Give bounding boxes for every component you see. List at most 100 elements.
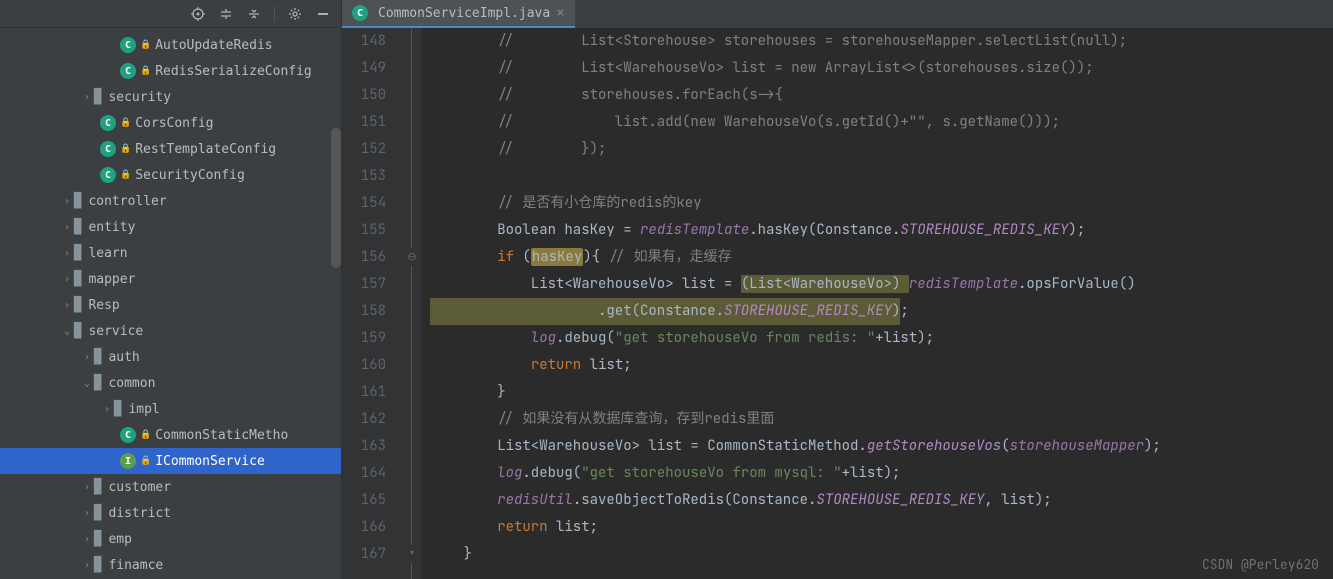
toolbar-separator xyxy=(274,6,275,22)
class-icon: C xyxy=(100,115,116,131)
tree-node-mapper[interactable]: ›▉ mapper xyxy=(0,266,341,292)
lock-icon: 🔒 xyxy=(140,430,151,440)
tree-node-icommonservice[interactable]: I 🔒 ICommonService xyxy=(0,448,341,474)
folder-icon: ▉ xyxy=(74,297,82,313)
folder-icon: ▉ xyxy=(94,479,102,495)
node-label: ICommonService xyxy=(155,454,265,469)
node-label: impl xyxy=(128,402,159,417)
tree-node-security[interactable]: ›▉ security xyxy=(0,84,341,110)
tree-node-customer[interactable]: ›▉ customer xyxy=(0,474,341,500)
folder-icon: ▉ xyxy=(94,349,102,365)
minimize-icon[interactable] xyxy=(315,6,331,22)
node-label: customer xyxy=(108,480,171,495)
gear-icon[interactable] xyxy=(287,6,303,22)
node-label: entity xyxy=(88,220,135,235)
node-label: Resp xyxy=(88,298,119,313)
interface-icon: I xyxy=(120,453,136,469)
expand-all-icon[interactable] xyxy=(218,6,234,22)
node-label: RedisSerializeConfig xyxy=(155,64,312,79)
lock-icon: 🔒 xyxy=(140,40,151,50)
node-label: emp xyxy=(108,532,131,547)
tree-scrollbar[interactable] xyxy=(331,128,341,268)
chevron-down-icon[interactable]: ⌄ xyxy=(80,378,94,389)
tree-node-autoupdateredis[interactable]: C 🔒 AutoUpdateRedis xyxy=(0,32,341,58)
project-tree[interactable]: C 🔒 AutoUpdateRedis C 🔒 RedisSerializeConfig ›… xyxy=(0,28,341,579)
lock-icon: 🔒 xyxy=(120,170,131,180)
folder-icon: ▉ xyxy=(74,219,82,235)
tree-node-auth[interactable]: ›▉ auth xyxy=(0,344,341,370)
chevron-right-icon[interactable]: › xyxy=(80,92,94,103)
node-label: SecurityConfig xyxy=(135,168,245,183)
code-content[interactable]: // List<Storehouse> storehouses = storeh… xyxy=(422,28,1333,579)
editor-tabs: C CommonServiceImpl.java × xyxy=(342,0,1333,28)
lock-icon: 🔒 xyxy=(140,456,151,466)
node-label: CorsConfig xyxy=(135,116,213,131)
folder-icon: ▉ xyxy=(74,271,82,287)
tab-commonserviceimpl[interactable]: C CommonServiceImpl.java × xyxy=(342,0,575,28)
tree-node-corsconfig[interactable]: C 🔒 CorsConfig xyxy=(0,110,341,136)
node-label: finamce xyxy=(108,558,163,573)
project-sidebar: C 🔒 AutoUpdateRedis C 🔒 RedisSerializeConfig ›… xyxy=(0,0,342,579)
class-icon: C xyxy=(120,37,136,53)
folder-icon: ▉ xyxy=(94,557,102,573)
node-label: RestTemplateConfig xyxy=(135,142,276,157)
chevron-right-icon[interactable]: › xyxy=(80,534,94,545)
chevron-right-icon[interactable]: › xyxy=(80,508,94,519)
tree-node-impl[interactable]: ›▉impl xyxy=(0,396,341,422)
class-icon: C xyxy=(120,63,136,79)
chevron-right-icon[interactable]: › xyxy=(60,222,74,233)
tree-node-controller[interactable]: ›▉ controller xyxy=(0,188,341,214)
chevron-right-icon[interactable]: › xyxy=(100,404,114,415)
tree-node-securityconfig[interactable]: C 🔒 SecurityConfig xyxy=(0,162,341,188)
line-gutter: 1481491501511521531541551561571581591601… xyxy=(342,28,402,579)
chevron-right-icon[interactable]: › xyxy=(80,560,94,571)
sidebar-toolbar xyxy=(0,0,341,28)
tree-node-redisserializeconfig[interactable]: C 🔒 RedisSerializeConfig xyxy=(0,58,341,84)
tree-node-resttemplateconfig[interactable]: C 🔒 RestTemplateConfig xyxy=(0,136,341,162)
tree-node-district[interactable]: ›▉district xyxy=(0,500,341,526)
folder-icon: ▉ xyxy=(94,505,102,521)
chevron-right-icon[interactable]: › xyxy=(60,248,74,259)
folder-icon: ▉ xyxy=(74,323,82,339)
code-editor[interactable]: 1481491501511521531541551561571581591601… xyxy=(342,28,1333,579)
watermark: CSDN @Perley620 xyxy=(1202,556,1319,573)
tree-node-common[interactable]: ⌄▉ common xyxy=(0,370,341,396)
collapse-all-icon[interactable] xyxy=(246,6,262,22)
lock-icon: 🔒 xyxy=(120,144,131,154)
node-label: mapper xyxy=(88,272,135,287)
tree-node-learn[interactable]: ›▉ learn xyxy=(0,240,341,266)
target-icon[interactable] xyxy=(190,6,206,22)
tab-label: CommonServiceImpl.java xyxy=(378,6,550,21)
tree-node-entity[interactable]: ›▉ entity xyxy=(0,214,341,240)
tree-node-emp[interactable]: ›▉ emp xyxy=(0,526,341,552)
close-icon[interactable]: × xyxy=(556,5,564,21)
chevron-right-icon[interactable]: › xyxy=(60,274,74,285)
tree-node-commonstaticmethod[interactable]: C🔒CommonStaticMetho xyxy=(0,422,341,448)
editor-area: C CommonServiceImpl.java × 1481491501511… xyxy=(342,0,1333,579)
tree-node-finamce[interactable]: ›▉ finamce xyxy=(0,552,341,578)
folder-icon: ▉ xyxy=(74,193,82,209)
node-label: common xyxy=(108,376,155,391)
node-label: controller xyxy=(88,194,166,209)
class-icon: C xyxy=(100,141,116,157)
node-label: auth xyxy=(108,350,139,365)
lock-icon: 🔒 xyxy=(140,66,151,76)
lock-icon: 🔒 xyxy=(120,118,131,128)
class-icon: C xyxy=(100,167,116,183)
fold-gutter[interactable]: ⊖ ▾ xyxy=(402,28,422,579)
chevron-right-icon[interactable]: › xyxy=(60,196,74,207)
chevron-right-icon[interactable]: › xyxy=(60,300,74,311)
node-label: security xyxy=(108,90,171,105)
folder-icon: ▉ xyxy=(94,531,102,547)
class-icon: C xyxy=(352,5,368,21)
chevron-right-icon[interactable]: › xyxy=(80,482,94,493)
node-label: AutoUpdateRedis xyxy=(155,38,272,53)
folder-icon: ▉ xyxy=(74,245,82,261)
tree-node-service[interactable]: ⌄▉service xyxy=(0,318,341,344)
folder-icon: ▉ xyxy=(94,89,102,105)
tree-node-resp[interactable]: ›▉ Resp xyxy=(0,292,341,318)
node-label: learn xyxy=(88,246,127,261)
folder-icon: ▉ xyxy=(94,375,102,391)
chevron-down-icon[interactable]: ⌄ xyxy=(60,326,74,337)
chevron-right-icon[interactable]: › xyxy=(80,352,94,363)
